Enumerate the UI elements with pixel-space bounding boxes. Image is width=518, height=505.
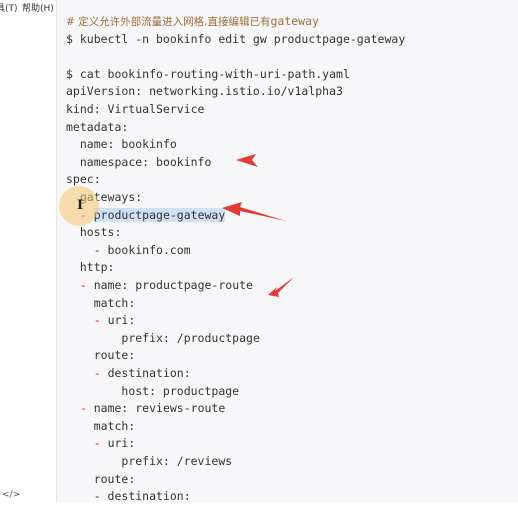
code-token: apiVersion: networking.istio.io/v1alpha3 [66,84,343,99]
code-token: metadata: [66,119,129,134]
code-token: name: productpage-route [93,278,253,292]
code-token: match: [93,295,136,310]
code-token: name: reviews-route [93,401,226,416]
annotation-arrow-namespace [236,154,258,167]
code-line: metadata: [66,119,128,136]
code-token: - destination: [93,489,191,504]
code-line: - name: reviews-route [66,400,225,417]
code-line: # 定义允许外部流量进入网格,直接编辑已有gateway [66,13,319,30]
code-line: prefix: /productpage [66,330,260,347]
annotation-arrow-productpage-route [268,277,294,297]
code-token: namespace: bookinfo [79,154,212,169]
code-token: - bookinfo.com [93,242,191,257]
annotation-arrow-gateway [222,202,286,221]
selected-text: productpage-gateway [93,207,226,222]
code-token: prefix: /reviews [121,454,233,468]
code-token: uri: [107,436,136,451]
code-token: http: [79,260,115,275]
code-token: kind: VirtualService [66,102,205,116]
code-token: - [93,366,108,380]
code-token: - [93,313,108,328]
code-token: host: productpage [121,383,240,398]
code-block[interactable]: - destination: route: prefix: /reviews -… [57,0,518,505]
code-line: match: [66,295,136,312]
code-line: apiVersion: networking.istio.io/v1alpha3 [66,83,343,100]
code-token: match: [93,418,136,433]
code-line: prefix: /reviews [66,453,232,470]
code-view-icon[interactable]: </> [2,490,20,500]
code-line: - destination: [66,488,191,505]
code-token: destination: [107,366,191,380]
code-token: - [79,401,94,416]
code-line: http: [66,259,115,276]
code-token: uri: [107,313,136,328]
text-cursor-icon: I [77,198,84,213]
code-token: hosts: [79,225,122,240]
code-line: $ cat bookinfo-routing-with-uri-path.yam… [66,66,350,83]
code-line: - uri: [66,312,136,329]
code-line: - uri: [66,435,136,452]
code-line: route: [66,471,136,488]
code-token: $ cat bookinfo-routing-with-uri-path.yam… [66,66,350,81]
code-token: - [79,278,94,292]
code-token: route: [93,348,136,363]
code-token: spec: [66,172,101,187]
code-token: # 定义允许外部流量进入网格,直接编辑已有 [66,16,271,28]
code-line: $ kubectl -n bookinfo edit gw productpag… [66,31,405,48]
menu-tools[interactable]: 具(T) [0,1,18,14]
code-line: hosts: [66,224,122,241]
code-line: - name: productpage-route [66,277,253,294]
left-sidebar: </> [0,14,56,502]
code-line: - bookinfo.com [66,242,191,259]
code-line: name: bookinfo [66,136,177,153]
code-line: kind: VirtualService [66,101,204,118]
code-token: prefix: /productpage [121,330,260,345]
code-token: $ kubectl -n bookinfo edit gw productpag… [66,31,406,46]
code-line: match: [66,418,136,435]
code-token: gateway [270,14,319,28]
code-line: namespace: bookinfo [66,154,212,171]
code-line: host: productpage [66,383,239,400]
code-token: - [93,436,108,451]
code-token: route: [93,471,136,486]
code-token: name: bookinfo [79,137,177,152]
code-line: route: [66,347,136,364]
code-line: - destination: [66,365,191,382]
menu-help[interactable]: 帮助(H) [22,1,54,14]
